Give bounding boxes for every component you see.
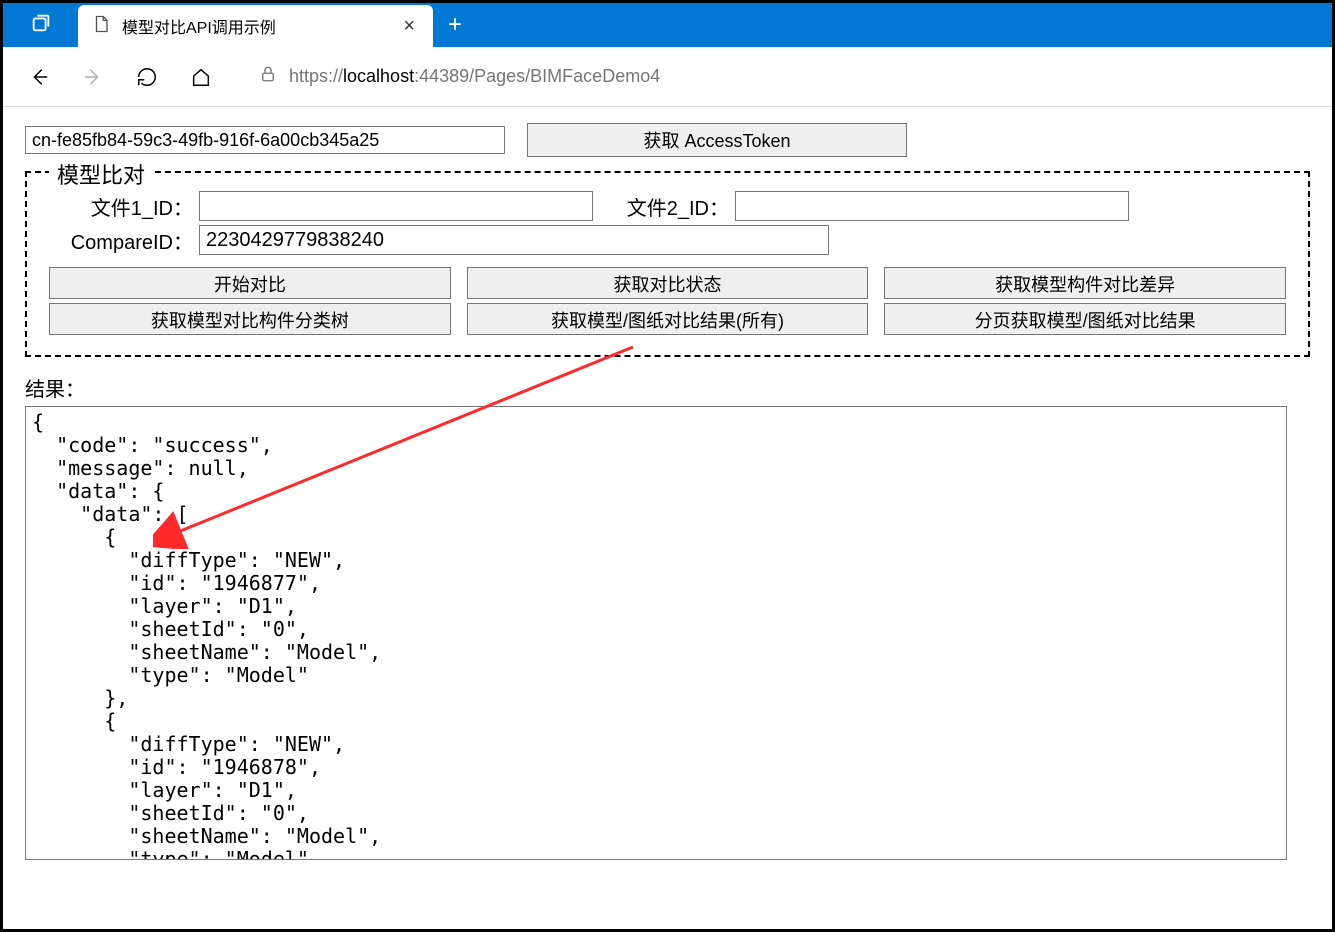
page-icon bbox=[92, 15, 110, 38]
browser-tab[interactable]: 模型对比API调用示例 × bbox=[78, 5, 433, 47]
url-prefix: https:// bbox=[289, 66, 343, 86]
compareid-row: CompareID： bbox=[49, 225, 1286, 255]
refresh-button[interactable] bbox=[131, 61, 163, 93]
start-compare-button[interactable]: 开始对比 bbox=[49, 267, 451, 299]
tabs-icon bbox=[30, 12, 52, 39]
model-compare-fieldset: 模型比对 文件1_ID： 文件2_ID： CompareID： 开始对比 获取对… bbox=[25, 171, 1310, 357]
access-token-input[interactable] bbox=[25, 126, 505, 154]
lock-icon bbox=[259, 65, 277, 88]
browser-toolbar: https://localhost:44389/Pages/BIMFaceDem… bbox=[3, 47, 1332, 107]
file2-id-input[interactable] bbox=[735, 191, 1129, 221]
compareid-input[interactable] bbox=[199, 225, 829, 255]
compareid-label: CompareID： bbox=[49, 226, 199, 255]
button-grid: 开始对比 获取对比状态 获取模型构件对比差异 获取模型对比构件分类树 获取模型/… bbox=[49, 267, 1286, 335]
file1-id-input[interactable] bbox=[199, 191, 593, 221]
titlebar: 模型对比API调用示例 × + bbox=[3, 3, 1332, 47]
file2-label: 文件2_ID： bbox=[601, 192, 735, 221]
fieldset-legend: 模型比对 bbox=[49, 158, 153, 190]
result-textarea[interactable] bbox=[25, 406, 1287, 860]
page-content: 获取 AccessToken 模型比对 文件1_ID： 文件2_ID： Comp… bbox=[3, 107, 1332, 881]
forward-button[interactable] bbox=[77, 61, 109, 93]
result-label: 结果： bbox=[25, 373, 1310, 402]
tab-title: 模型对比API调用示例 bbox=[122, 14, 387, 38]
get-status-button[interactable]: 获取对比状态 bbox=[467, 267, 869, 299]
tab-close-icon[interactable]: × bbox=[399, 15, 419, 38]
file-id-row: 文件1_ID： 文件2_ID： bbox=[49, 191, 1286, 221]
url-host: localhost bbox=[343, 66, 414, 86]
get-all-results-button[interactable]: 获取模型/图纸对比结果(所有) bbox=[467, 303, 869, 335]
get-element-diff-button[interactable]: 获取模型构件对比差异 bbox=[884, 267, 1286, 299]
new-tab-button[interactable]: + bbox=[433, 3, 477, 47]
get-access-token-button[interactable]: 获取 AccessToken bbox=[527, 123, 907, 157]
file1-label: 文件1_ID： bbox=[49, 192, 199, 221]
token-row: 获取 AccessToken bbox=[25, 123, 1310, 157]
url-text: https://localhost:44389/Pages/BIMFaceDem… bbox=[289, 66, 660, 87]
get-tree-button[interactable]: 获取模型对比构件分类树 bbox=[49, 303, 451, 335]
url-rest: :44389/Pages/BIMFaceDemo4 bbox=[414, 66, 660, 86]
address-bar[interactable]: https://localhost:44389/Pages/BIMFaceDem… bbox=[259, 65, 660, 88]
back-button[interactable] bbox=[23, 61, 55, 93]
get-paged-results-button[interactable]: 分页获取模型/图纸对比结果 bbox=[884, 303, 1286, 335]
home-button[interactable] bbox=[185, 61, 217, 93]
window-controls[interactable] bbox=[3, 3, 78, 47]
